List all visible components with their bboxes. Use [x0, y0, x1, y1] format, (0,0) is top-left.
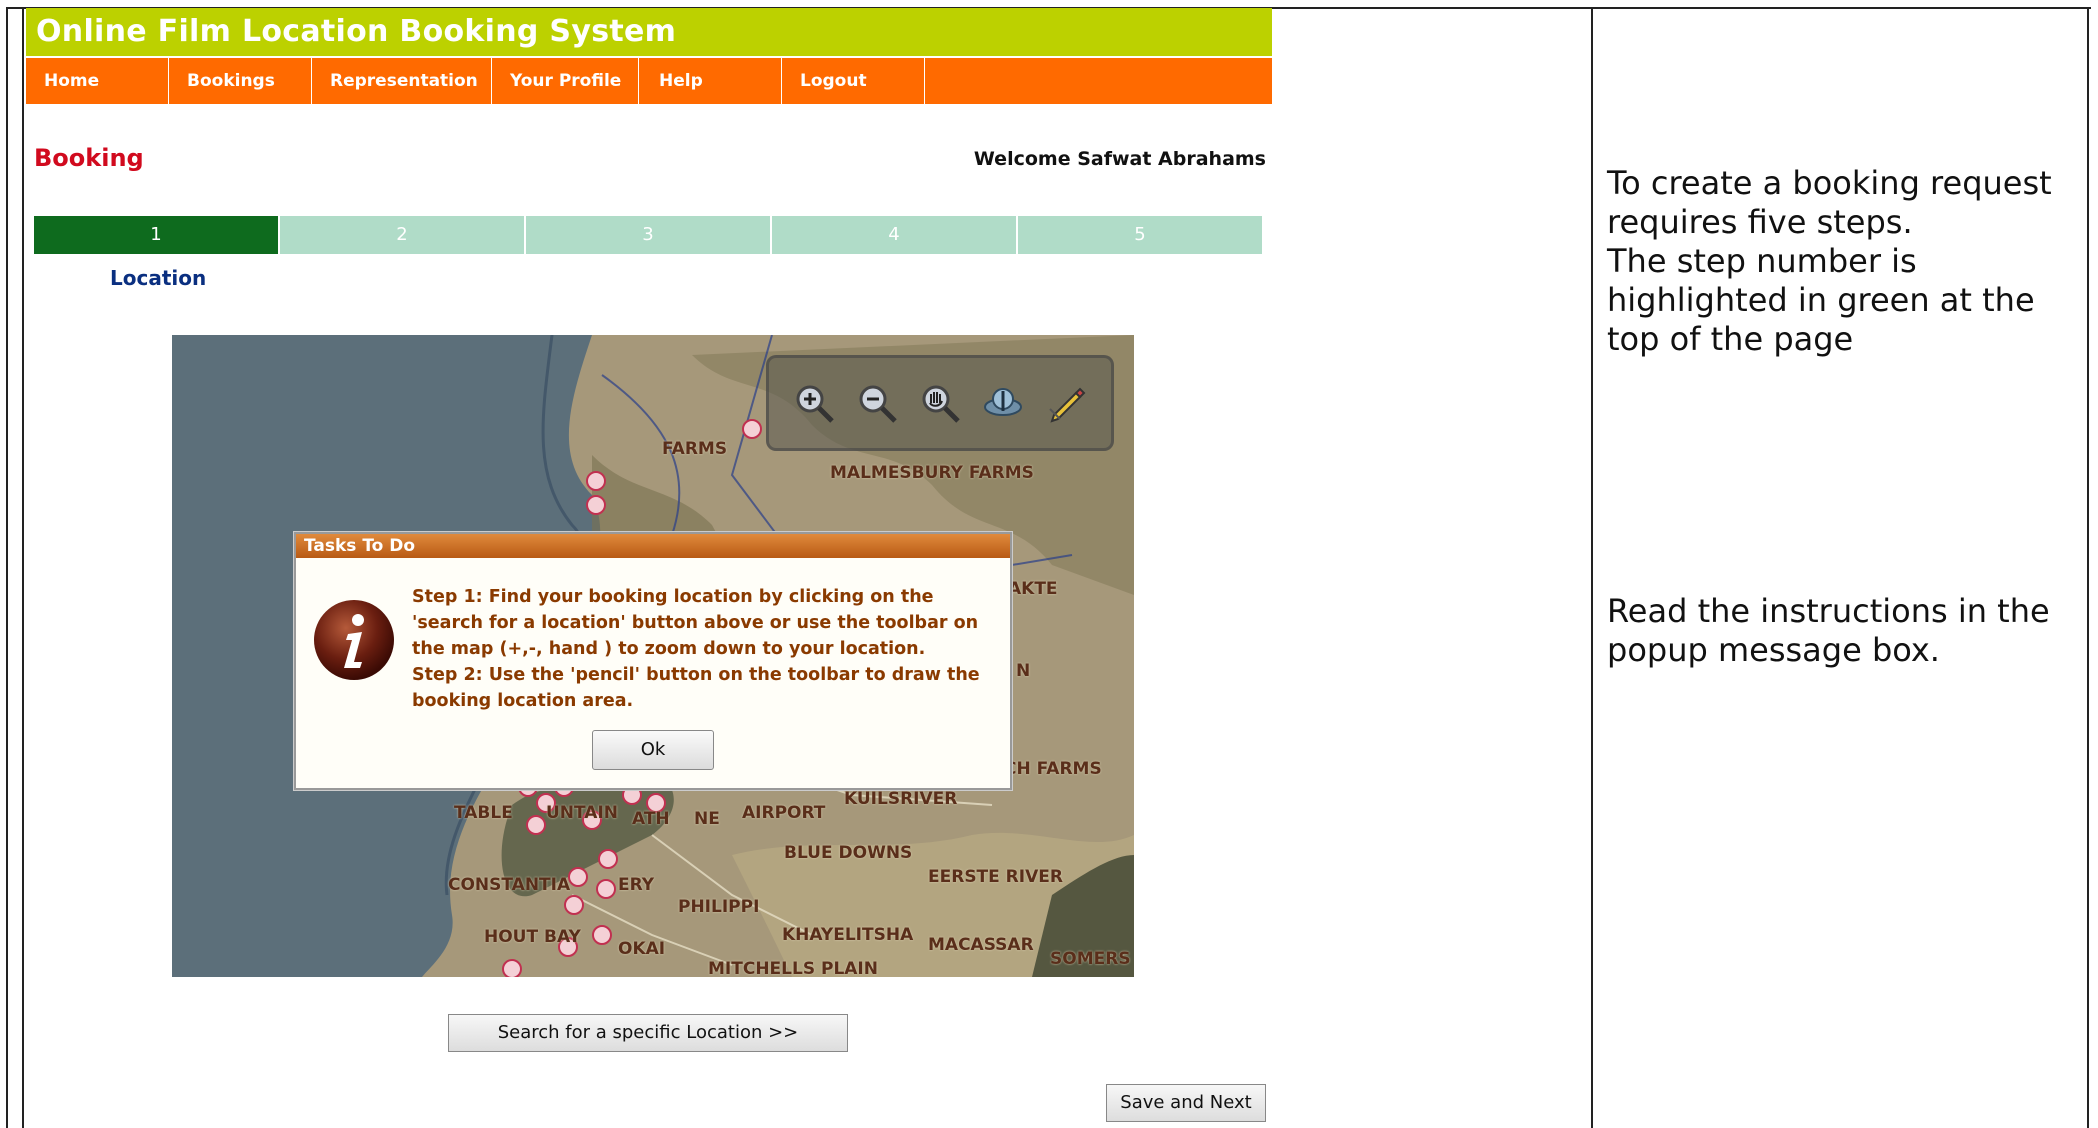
map-label: MACASSAR — [928, 935, 1034, 955]
zoom-out-icon[interactable] — [855, 381, 899, 425]
popup-message: Step 1: Find your booking location by cl… — [412, 584, 992, 714]
step-2: 2 — [280, 216, 526, 254]
page-heading: Booking — [34, 144, 144, 172]
map-label: CH FARMS — [1004, 759, 1102, 779]
map-label: EERSTE RIVER — [928, 867, 1063, 887]
popup-title: Tasks To Do — [296, 534, 1010, 558]
document-table-divider — [1591, 8, 1593, 1128]
search-location-button[interactable]: Search for a specific Location >> — [448, 1014, 848, 1052]
nav-bookings[interactable]: Bookings — [169, 58, 312, 104]
app-title-bar: Online Film Location Booking System — [26, 8, 1272, 56]
document-table-right-border — [2087, 8, 2089, 1128]
map-label: N — [1016, 661, 1031, 681]
popup-message-line: booking location area. — [412, 691, 634, 711]
map-label: SOMERS — [1050, 949, 1131, 969]
welcome-text: Welcome Safwat Abrahams — [973, 148, 1266, 170]
info-icon — [312, 598, 396, 682]
instruction-note-steps: To create a booking request requires fiv… — [1607, 164, 2052, 358]
map-label: BLUE DOWNS — [784, 843, 913, 863]
map-label: NE — [694, 809, 720, 829]
map-label: AKTE — [1008, 579, 1058, 599]
pencil-draw-icon[interactable] — [1044, 381, 1088, 425]
nav-help[interactable]: Help — [639, 58, 782, 104]
nav-representation[interactable]: Representation — [312, 58, 492, 104]
nav-logout[interactable]: Logout — [782, 58, 925, 104]
map-label: KUILSRIVER — [844, 789, 958, 809]
map-label: ERY — [618, 875, 655, 895]
map-label: CONSTANTIA — [448, 875, 571, 895]
instruction-note-popup: Read the instructions in the popup messa… — [1607, 592, 2050, 669]
step-3: 3 — [526, 216, 772, 254]
nav-home[interactable]: Home — [26, 58, 169, 104]
zoom-in-icon[interactable] — [792, 381, 836, 425]
nav-your-profile[interactable]: Your Profile — [492, 58, 639, 104]
map-label: AIRPORT — [742, 803, 826, 823]
document-table-left-border — [6, 8, 8, 1128]
step-label: Location — [110, 266, 207, 290]
map-label: TABLE — [454, 803, 513, 823]
main-nav-bar: Home Bookings Representation Your Profil… — [26, 58, 1272, 104]
save-and-next-button[interactable]: Save and Next — [1106, 1084, 1266, 1122]
step-5: 5 — [1018, 216, 1262, 254]
popup-message-line: Step 1: Find your booking location by cl… — [412, 587, 934, 607]
map-label: MITCHELLS PLAIN — [708, 959, 878, 977]
map-label: MALMESBURY FARMS — [830, 463, 1034, 483]
map-label: OKAI — [618, 939, 666, 959]
map-label: HOUT BAY — [484, 927, 581, 947]
pan-hand-icon[interactable] — [918, 381, 962, 425]
map-label: ATH — [632, 809, 670, 829]
map-toolbar — [766, 355, 1114, 451]
step-4: 4 — [772, 216, 1018, 254]
popup-message-line: 'search for a location' button above or … — [412, 613, 979, 633]
step-1: 1 — [34, 216, 280, 254]
popup-message-line: the map (+,-, hand ) to zoom down to you… — [412, 639, 926, 659]
step-progress-bar: 1 2 3 4 5 — [34, 216, 1262, 254]
booking-app-screenshot: Online Film Location Booking System Home… — [22, 8, 1272, 1128]
ok-button[interactable]: Ok — [592, 730, 714, 770]
map-label: UNTAIN — [546, 803, 619, 823]
popup-message-line: Step 2: Use the 'pencil' button on the t… — [412, 665, 980, 685]
full-extent-globe-icon[interactable] — [981, 381, 1025, 425]
map-label: KHAYELITSHA — [782, 925, 914, 945]
map-label: FARMS — [662, 439, 728, 459]
map-label: PHILIPPI — [678, 897, 760, 917]
tasks-popup-dialog: Tasks To Do Step 1: Find your booking lo… — [294, 532, 1012, 790]
